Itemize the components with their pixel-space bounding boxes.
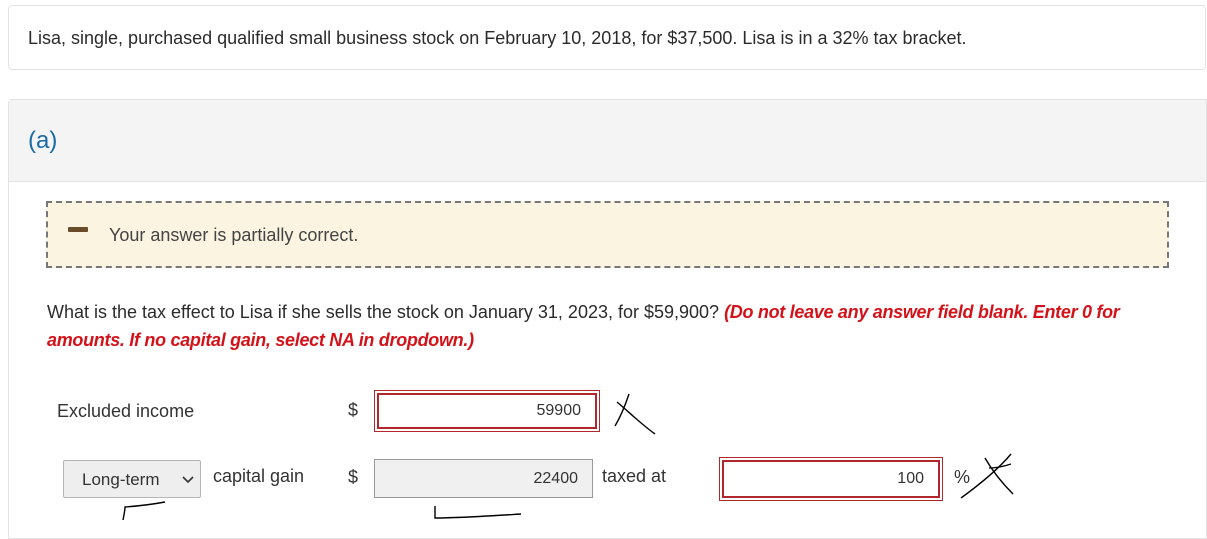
capital-gain-currency: $ [348, 467, 359, 487]
underline-scribble [434, 506, 522, 519]
excluded-income-currency: $ [348, 400, 359, 420]
feedback-box: Your answer is partially correct. [46, 201, 1169, 268]
problem-card: Lisa, single, purchased qualified small … [8, 5, 1206, 70]
gain-type-select[interactable]: Long-term [63, 460, 201, 498]
check-mark-scribble [122, 501, 166, 521]
chevron-down-icon [182, 467, 194, 494]
partial-correct-icon [68, 227, 88, 232]
taxed-at-label: taxed at [602, 466, 667, 486]
part-card: (a) Your answer is partially correct. Wh… [8, 99, 1207, 539]
tax-rate-input[interactable] [719, 457, 943, 501]
excluded-income-label: Excluded income [57, 401, 195, 421]
part-label: (a) [28, 127, 58, 154]
excluded-income-input[interactable] [374, 390, 600, 432]
problem-statement: Lisa, single, purchased qualified small … [28, 28, 967, 48]
capital-gain-input[interactable] [374, 459, 593, 498]
x-mark-scribble [614, 393, 656, 435]
part-header: (a) [9, 100, 1206, 182]
feedback-message: Your answer is partially correct. [109, 225, 359, 245]
question-prompt: What is the tax effect to Lisa if she se… [47, 302, 720, 322]
x-mark-scribble-rate [960, 453, 1014, 499]
capital-gain-label: capital gain [213, 466, 305, 486]
gain-type-selected-value: Long-term [82, 470, 160, 489]
question-text: What is the tax effect to Lisa if she se… [47, 298, 1177, 354]
